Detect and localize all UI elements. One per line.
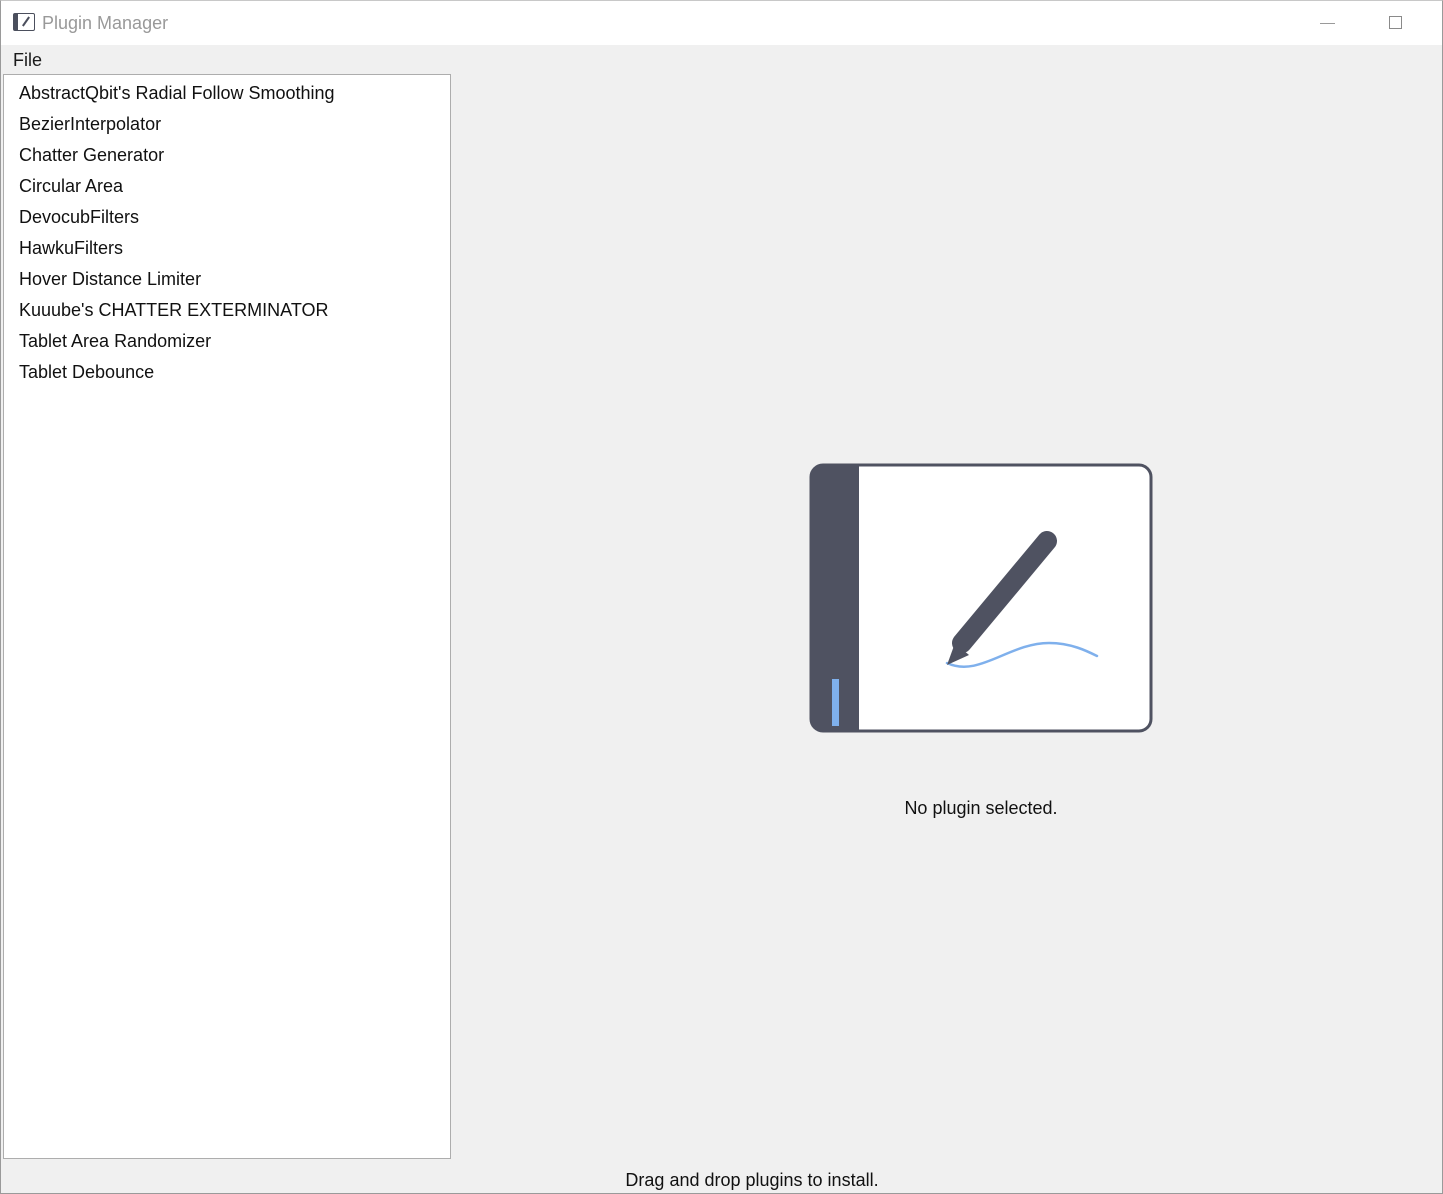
plugin-list-item[interactable]: Circular Area — [4, 172, 450, 203]
plugin-list-item[interactable]: DevocubFilters — [4, 203, 450, 234]
title-bar[interactable]: Plugin Manager — [1, 1, 1442, 45]
plugin-list-item[interactable]: AbstractQbit's Radial Follow Smoothing — [4, 79, 450, 110]
app-logo-icon — [13, 13, 35, 31]
plugin-list-item[interactable]: Tablet Debounce — [4, 358, 450, 389]
tablet-pen-icon — [809, 463, 1153, 733]
window-title: Plugin Manager — [42, 13, 169, 33]
plugin-manager-window: Plugin Manager File AbstractQbit's Radia… — [0, 0, 1443, 1194]
plugin-list-item[interactable]: Hover Distance Limiter — [4, 265, 450, 296]
plugin-list-item[interactable]: Tablet Area Randomizer — [4, 327, 450, 358]
plugin-list-item[interactable]: HawkuFilters — [4, 234, 450, 265]
plugin-list-item[interactable]: Kuuube's CHATTER EXTERMINATOR — [4, 296, 450, 327]
plugin-list-item[interactable]: Chatter Generator — [4, 141, 450, 172]
plugin-list-item[interactable]: BezierInterpolator — [4, 110, 450, 141]
minimize-icon — [1320, 23, 1335, 24]
maximize-icon — [1389, 16, 1402, 29]
minimize-button[interactable] — [1295, 1, 1359, 45]
menu-bar: File — [1, 45, 1442, 73]
empty-state-message: No plugin selected. — [904, 798, 1058, 818]
status-bar-text: Drag and drop plugins to install. — [625, 1170, 879, 1190]
plugin-list[interactable]: AbstractQbit's Radial Follow Smoothing B… — [3, 74, 451, 1159]
menu-file[interactable]: File — [5, 48, 50, 73]
maximize-button[interactable] — [1365, 1, 1429, 45]
